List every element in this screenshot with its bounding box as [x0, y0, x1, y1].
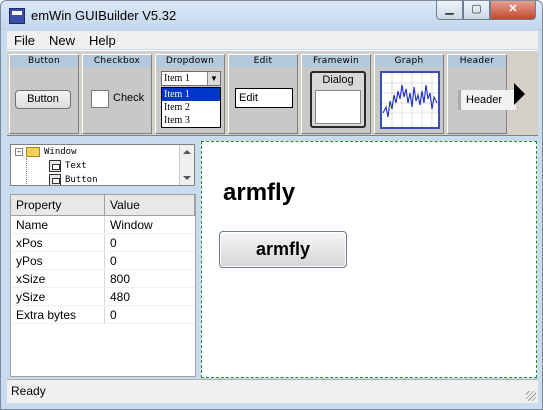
column-header-property[interactable]: Property [11, 195, 105, 216]
tree-item-text[interactable]: Text [49, 159, 87, 173]
checkbox-box-preview [91, 90, 109, 108]
widget-palette: Button Button Checkbox Check Dropdown It… [7, 50, 538, 136]
widget-icon [49, 174, 61, 185]
property-grid-header: Property Value [11, 195, 195, 216]
folder-icon [26, 147, 40, 157]
property-row[interactable]: Extra bytes 0 [11, 306, 195, 324]
property-row[interactable]: Name Window [11, 216, 195, 234]
design-canvas[interactable]: armfly armfly [201, 141, 537, 378]
status-bar: Ready [7, 379, 538, 403]
property-row[interactable]: xSize 800 [11, 270, 195, 288]
palette-dropdown[interactable]: Dropdown Item 1 ▼ Item 1 Item 2 Item 3 [155, 54, 225, 134]
property-value[interactable]: 0 [105, 252, 195, 269]
property-name: Extra bytes [11, 306, 105, 323]
tree-item-label: Button [65, 175, 98, 185]
framewin-preview-client [315, 90, 361, 124]
tree-scrollbar[interactable] [179, 145, 194, 185]
property-value[interactable]: Window [105, 216, 195, 233]
dropdown-item: Item 1 [162, 88, 220, 101]
palette-header-header: Header [448, 55, 506, 67]
scroll-down-icon[interactable] [183, 176, 191, 180]
palette-edit-header: Edit [229, 55, 297, 67]
resize-grip-icon[interactable] [526, 391, 536, 401]
property-name: ySize [11, 288, 105, 305]
status-text: Ready [11, 384, 46, 398]
property-value[interactable]: 800 [105, 270, 195, 287]
palette-button-preview: Button [15, 90, 71, 109]
widget-icon [49, 160, 61, 172]
framewin-preview-title: Dialog [322, 74, 354, 86]
header-preview: Header [458, 90, 516, 110]
palette-checkbox[interactable]: Checkbox Check [82, 54, 152, 134]
window-title: emWin GUIBuilder V5.32 [31, 8, 177, 23]
tree-expander[interactable]: − [15, 148, 23, 156]
property-name: xPos [11, 234, 105, 251]
tree-item-window[interactable]: − Window [15, 145, 77, 159]
property-row[interactable]: yPos 0 [11, 252, 195, 270]
property-value[interactable]: 480 [105, 288, 195, 305]
edit-preview: Edit [235, 88, 293, 108]
column-header-value[interactable]: Value [105, 195, 195, 216]
graph-preview-icon [382, 73, 438, 127]
tree-item-button[interactable]: Button [49, 173, 98, 185]
dropdown-item: Item 3 [164, 115, 190, 126]
dropdown-preview: Item 1 ▼ [161, 71, 221, 86]
menu-bar: File New Help [7, 31, 538, 49]
canvas-button-widget[interactable]: armfly [219, 231, 347, 268]
palette-scroll-right-icon[interactable] [514, 83, 525, 105]
graph-preview [380, 71, 440, 129]
close-button[interactable]: ✕ [490, 1, 536, 20]
menu-help[interactable]: Help [82, 33, 123, 48]
dropdown-selected: Item 1 [164, 73, 190, 84]
checkbox-label-preview: Check [113, 92, 145, 104]
maximize-button[interactable]: ▢ [463, 1, 490, 20]
tree-item-label: Window [44, 147, 77, 157]
palette-framewin-header: Framewin [302, 55, 370, 67]
menu-new[interactable]: New [42, 33, 82, 48]
property-row[interactable]: ySize 480 [11, 288, 195, 306]
palette-dropdown-header: Dropdown [156, 55, 224, 67]
property-name: Name [11, 216, 105, 233]
canvas-text-widget[interactable]: armfly [223, 179, 295, 207]
palette-checkbox-header: Checkbox [83, 55, 151, 67]
dropdown-item: Item 2 [164, 102, 190, 113]
property-grid: Property Value Name Window xPos 0 yPos 0… [10, 194, 196, 377]
tree-item-label: Text [65, 161, 87, 171]
chevron-down-icon: ▼ [207, 72, 220, 85]
widget-tree[interactable]: − Window Text Button [10, 144, 195, 186]
property-name: xSize [11, 270, 105, 287]
window-controls: ▁ ▢ ✕ [436, 1, 536, 20]
property-name: yPos [11, 252, 105, 269]
property-value[interactable]: 0 [105, 306, 195, 323]
tree-connector [26, 158, 27, 185]
app-icon [9, 8, 25, 24]
palette-button[interactable]: Button Button [9, 54, 79, 134]
palette-graph[interactable]: Graph [374, 54, 444, 134]
scroll-up-icon[interactable] [183, 150, 191, 154]
palette-framewin[interactable]: Framewin Dialog [301, 54, 371, 134]
palette-button-header: Button [10, 55, 78, 67]
title-bar[interactable]: emWin GUIBuilder V5.32 ▁ ▢ ✕ [1, 1, 542, 31]
palette-header[interactable]: Header Header [447, 54, 516, 134]
menu-file[interactable]: File [7, 33, 42, 48]
framewin-preview: Dialog [310, 71, 366, 128]
property-value[interactable]: 0 [105, 234, 195, 251]
minimize-button[interactable]: ▁ [436, 1, 463, 20]
app-window: emWin GUIBuilder V5.32 ▁ ▢ ✕ File New He… [0, 0, 543, 410]
dropdown-list-preview: Item 1 Item 2 Item 3 [161, 87, 221, 128]
palette-graph-header: Graph [375, 55, 443, 67]
palette-edit[interactable]: Edit Edit [228, 54, 298, 134]
property-row[interactable]: xPos 0 [11, 234, 195, 252]
